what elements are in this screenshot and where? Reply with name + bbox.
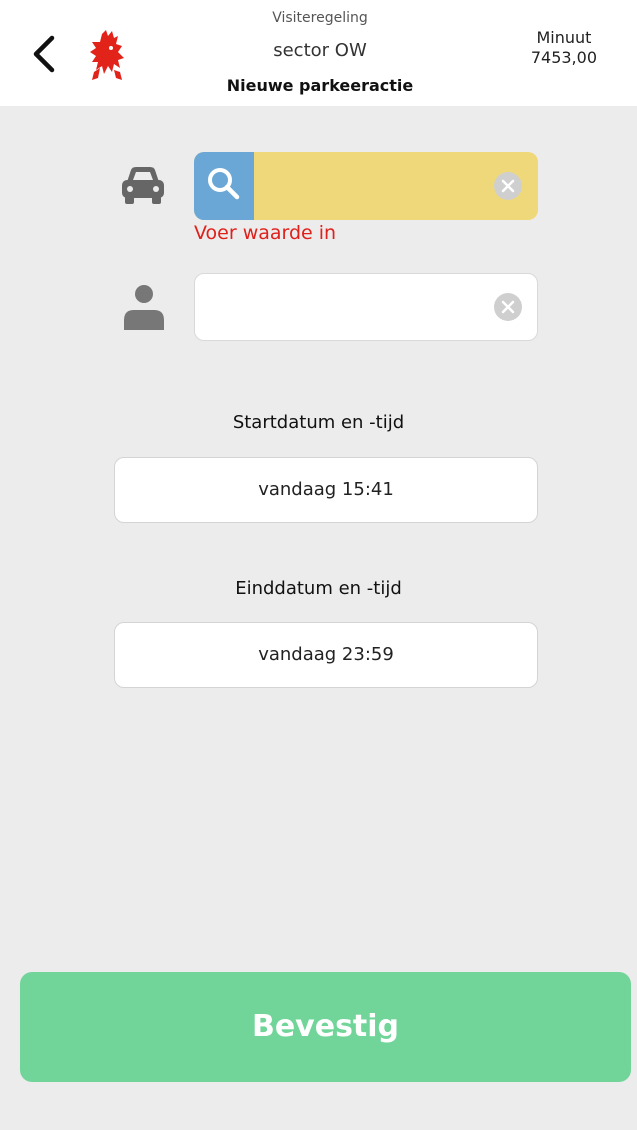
app-header: Visiteregeling sector OW Nieuwe parkeera…	[0, 0, 637, 106]
car-icon	[118, 160, 168, 210]
license-plate-input[interactable]	[194, 152, 538, 220]
clear-icon	[501, 179, 515, 193]
header-subtitle: Visiteregeling	[272, 10, 368, 26]
end-label: Einddatum en -tijd	[235, 578, 402, 599]
name-input[interactable]	[194, 273, 538, 341]
header-sector: sector OW	[273, 40, 367, 61]
end-datetime-field[interactable]: vandaag 23:59	[114, 622, 538, 688]
start-label: Startdatum en -tijd	[232, 412, 405, 433]
plate-error-message: Voer waarde in	[194, 222, 337, 244]
clear-icon	[501, 300, 515, 314]
back-button[interactable]	[28, 34, 62, 74]
balance-unit-label: Minuut	[536, 28, 592, 47]
start-datetime-field[interactable]: vandaag 15:41	[114, 457, 538, 523]
red-lion-crest-icon	[84, 28, 134, 84]
search-button[interactable]	[194, 152, 254, 220]
search-icon	[208, 168, 240, 200]
chevron-left-icon	[33, 35, 55, 73]
confirm-button[interactable]: Bevestig	[20, 972, 631, 1082]
person-icon	[118, 280, 168, 330]
balance-display: Minuut 7453,00	[531, 28, 597, 68]
page-title: Nieuwe parkeeractie	[226, 76, 414, 95]
balance-value: 7453,00	[530, 48, 597, 67]
clear-name-button[interactable]	[494, 293, 522, 321]
clear-plate-button[interactable]	[494, 172, 522, 200]
